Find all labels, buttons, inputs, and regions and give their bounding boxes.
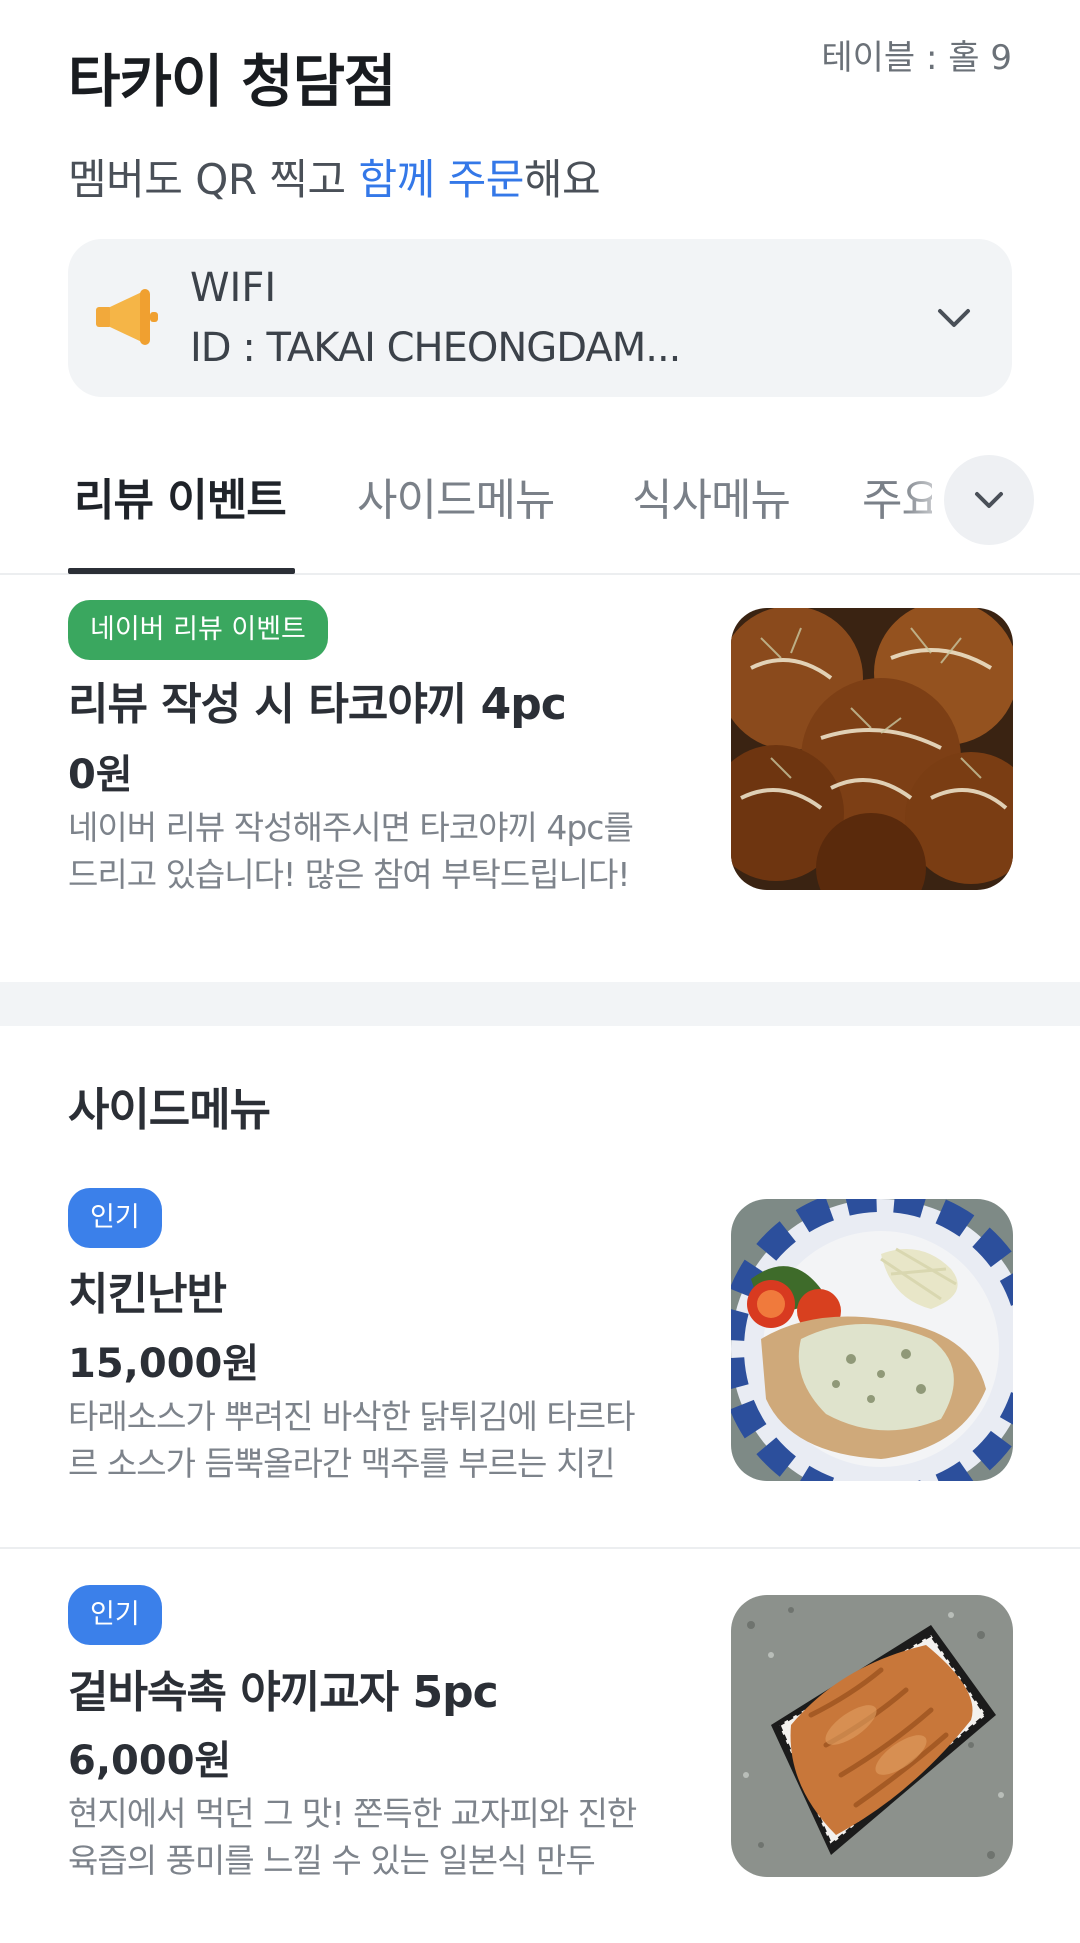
item-divider (0, 1547, 1080, 1549)
tab-side-menu[interactable]: 사이드메뉴 (357, 464, 555, 528)
description-line: 현지에서 먹던 그 맛! 쫀득한 교자피와 진한 (68, 1794, 637, 1833)
wifi-text: WIFI ID : TAKAI CHEONGDAM... (190, 258, 681, 378)
description-line: 르 소스가 듬뿍올라간 맥주를 부르는 치킨 (68, 1444, 616, 1483)
subtitle-suffix: 해요 (523, 155, 601, 204)
gyoza-image (731, 1595, 1013, 1877)
badge-popular: 인기 (68, 1585, 162, 1645)
takoyaki-image (731, 608, 1013, 890)
item-name: 리뷰 작성 시 타코야끼 4pc (68, 679, 567, 730)
menu-item-chicken-nanban[interactable]: 인기 치킨난반 15,000원 타래소스가 뿌려진 바삭한 닭튀김에 타르타 르… (0, 1188, 1080, 1538)
subtitle: 멤버도 QR 찍고 함께 주문해요 (68, 146, 1012, 207)
chicken-nanban-image (731, 1199, 1013, 1481)
item-price: 15,000원 (68, 1341, 260, 1387)
tabs-expand-button[interactable] (944, 455, 1034, 545)
item-name: 겉바속촉 야끼교자 5pc (68, 1667, 499, 1718)
chevron-down-icon[interactable] (932, 295, 976, 339)
chevron-down-icon (975, 492, 1003, 508)
table-info: 테이블 : 홀 9 (821, 38, 1012, 78)
item-price: 6,000원 (68, 1738, 232, 1784)
wifi-id: ID : TAKAI CHEONGDAM... (190, 325, 681, 371)
badge-naver-review: 네이버 리뷰 이벤트 (68, 600, 328, 660)
item-description: 네이버 리뷰 작성해주시면 타코야끼 4pc를 드리고 있습니다! 많은 참여 … (68, 804, 668, 898)
item-price: 0원 (68, 752, 133, 798)
badge-popular: 인기 (68, 1188, 162, 1248)
wifi-notice-card[interactable]: WIFI ID : TAKAI CHEONGDAM... (68, 239, 1012, 397)
active-tab-indicator (68, 568, 295, 574)
description-line: 육즙의 풍미를 느낄 수 있는 일본식 만두 (68, 1841, 596, 1880)
item-name: 치킨난반 (68, 1269, 227, 1320)
subtitle-prefix: 멤버도 QR 찍고 (68, 155, 359, 204)
section-separator (0, 982, 1080, 1026)
description-line: 드리고 있습니다! 많은 참여 부탁드립니다! (68, 855, 631, 894)
description-line: 타래소스가 뿌려진 바삭한 닭튀김에 타르타 (68, 1397, 635, 1436)
item-description: 현지에서 먹던 그 맛! 쫀득한 교자피와 진한 육즙의 풍미를 느낄 수 있는… (68, 1790, 668, 1884)
megaphone-icon (96, 289, 158, 345)
menu-item-review-event[interactable]: 네이버 리뷰 이벤트 리뷰 작성 시 타코야끼 4pc 0원 네이버 리뷰 작성… (0, 600, 1080, 970)
menu-item-yaki-gyoza[interactable]: 인기 겉바속촉 야끼교자 5pc 6,000원 현지에서 먹던 그 맛! 쫀득한… (0, 1585, 1080, 1935)
tab-review-event[interactable]: 리뷰 이벤트 (74, 464, 287, 528)
section-title-side-menu: 사이드메뉴 (68, 1083, 271, 1136)
item-description: 타래소스가 뿌려진 바삭한 닭튀김에 타르타 르 소스가 듬뿍올라간 맥주를 부… (68, 1393, 668, 1487)
tab-meal-menu[interactable]: 식사메뉴 (632, 464, 791, 528)
category-tabs: 리뷰 이벤트 사이드메뉴 식사메뉴 주요 (0, 440, 1080, 575)
wifi-title: WIFI (190, 265, 277, 311)
description-line: 네이버 리뷰 작성해주시면 타코야끼 4pc를 (68, 808, 634, 847)
menu-page: 타카이 청담점 테이블 : 홀 9 멤버도 QR 찍고 함께 주문해요 WIFI… (0, 0, 1080, 1943)
subtitle-accent: 함께 주문 (358, 155, 525, 204)
header: 타카이 청담점 테이블 : 홀 9 멤버도 QR 찍고 함께 주문해요 (0, 0, 1080, 225)
